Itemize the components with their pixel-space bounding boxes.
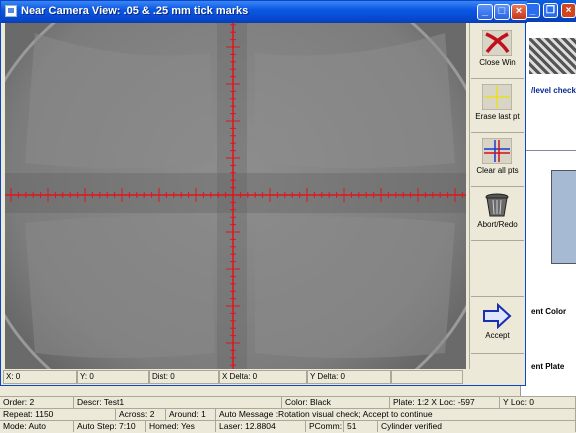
pcomm-value: 51 [344, 421, 378, 432]
bg-minimize-button[interactable]: _ [525, 3, 540, 18]
bg-label-color: ent Color [531, 307, 567, 316]
y-readout: Y: 0 [77, 370, 149, 384]
homed-status: Homed: Yes [146, 421, 216, 432]
empty-readout [391, 370, 463, 384]
repeat-status: Repeat: 1150 [0, 409, 116, 420]
camera-view[interactable] [5, 23, 466, 369]
clear-all-points-button[interactable]: Clear all pts [471, 133, 524, 187]
background-thumbnail [529, 38, 576, 74]
dist-readout: Dist: 0 [149, 370, 219, 384]
cylinder-status: Cylinder verified [378, 421, 576, 432]
clear-all-points-label: Clear all pts [476, 166, 519, 175]
arrow-right-icon [483, 303, 512, 329]
color-status: Color: Black [282, 397, 390, 408]
plate-xloc-status: Plate: 1:2 X Loc: -597 [390, 397, 500, 408]
accept-label: Accept [485, 331, 510, 340]
mode-status: Mode: Auto [0, 421, 74, 432]
camera-image [5, 23, 466, 369]
auto-message-status: Auto Message :Rotation visual check; Acc… [216, 409, 576, 420]
status-row-3: Mode: Auto Auto Step: 7:10 Homed: Yes La… [0, 420, 576, 433]
title-bar[interactable]: Near Camera View: .05 & .25 mm tick mark… [1, 1, 527, 23]
bg-label-plate: ent Plate [531, 362, 565, 371]
quadrant-bottom-left [25, 216, 215, 358]
around-status: Around: 1 [166, 409, 216, 420]
order-status: Order: 2 [0, 397, 74, 408]
pcomm-label: PComm: [306, 421, 344, 432]
minimize-button[interactable]: _ [477, 4, 493, 20]
erase-last-point-button[interactable]: Erase last pt [471, 79, 524, 133]
abort-redo-button[interactable]: Abort/Redo [471, 187, 524, 241]
y-delta-readout: Y Delta: 0 [307, 370, 391, 384]
multi-crosshair-icon [482, 138, 512, 164]
x-delta-readout: X Delta: 0 [219, 370, 307, 384]
descr-status: Descr: Test1 [74, 397, 282, 408]
across-status: Across: 2 [116, 409, 166, 420]
vertical-band [217, 23, 247, 369]
app-icon [5, 5, 17, 17]
background-titlebar: _ ❐ × [521, 0, 576, 22]
window-title: Near Camera View: .05 & .25 mm tick mark… [21, 5, 249, 17]
x-readout: X: 0 [3, 370, 77, 384]
close-button[interactable]: × [511, 4, 527, 20]
erase-last-point-label: Erase last pt [475, 112, 520, 121]
toolbar-spacer [471, 241, 524, 297]
bg-divider [521, 150, 576, 151]
close-win-label: Close Win [479, 58, 516, 67]
side-toolbar: Close Win Erase last pt Clear all pts Ab… [469, 23, 525, 369]
accept-button[interactable]: Accept [471, 298, 524, 354]
trash-can-icon [485, 193, 509, 217]
bg-restore-button[interactable]: ❐ [543, 3, 558, 18]
bg-close-button[interactable]: × [561, 3, 576, 18]
auto-step-status: Auto Step: 7:10 [74, 421, 146, 432]
close-x-icon [482, 30, 512, 56]
coordinate-readout: X: 0 Y: 0 Dist: 0 X Delta: 0 Y Delta: 0 [3, 370, 463, 385]
quadrant-bottom-right [255, 216, 455, 358]
laser-status: Laser: 12.8804 [216, 421, 306, 432]
maximize-button[interactable]: □ [494, 4, 510, 20]
close-win-button[interactable]: Close Win [471, 25, 524, 79]
near-camera-window: Near Camera View: .05 & .25 mm tick mark… [0, 0, 527, 386]
bg-label-level-check: /level check [531, 86, 576, 95]
abort-redo-label: Abort/Redo [477, 220, 518, 229]
background-window: _ ❐ × /level check ent Color ent Plate [520, 0, 576, 396]
yloc-status: Y Loc: 0 [500, 397, 576, 408]
bg-panel [551, 170, 576, 264]
yellow-crosshair-icon [482, 84, 512, 110]
